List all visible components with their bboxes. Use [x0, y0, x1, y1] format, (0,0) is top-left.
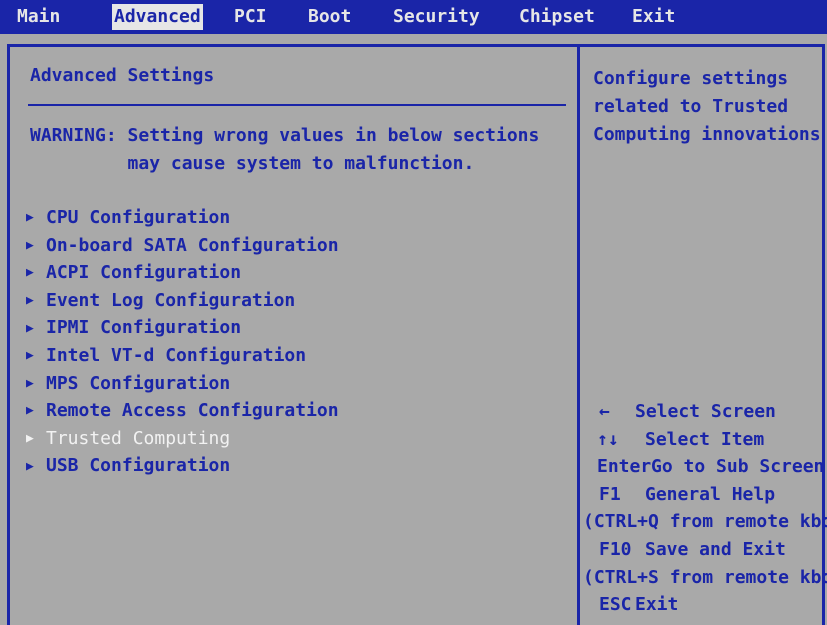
submenu-label: Intel VT-d Configuration — [46, 344, 307, 366]
enter-key: Enter — [597, 456, 652, 478]
f10-key: F10 — [599, 538, 632, 560]
right-triangle-icon: ▶ — [26, 265, 34, 281]
esc-key: ESC — [599, 594, 632, 616]
warning-line-1: WARNING: Setting wrong values in below s… — [30, 125, 540, 146]
submenu-usb-configuration[interactable]: ▶ USB Configuration — [26, 452, 339, 480]
key-hint-text: Select Screen — [635, 401, 776, 422]
tab-security[interactable]: Security — [391, 4, 482, 30]
page-title: Advanced Settings — [30, 65, 215, 86]
submenu-event-log-configuration[interactable]: ▶ Event Log Configuration — [26, 287, 339, 315]
right-triangle-icon: ▶ — [26, 403, 34, 419]
tab-advanced[interactable]: Advanced — [112, 4, 203, 30]
tab-main[interactable]: Main — [15, 4, 62, 30]
submenu-ipmi-configuration[interactable]: ▶ IPMI Configuration — [26, 314, 339, 342]
submenu-mps-configuration[interactable]: ▶ MPS Configuration — [26, 370, 339, 398]
tab-boot[interactable]: Boot — [306, 4, 353, 30]
key-hint-row: F10 Save and Exit — [583, 536, 827, 564]
key-hint-row: EnterGo to Sub Screen — [583, 453, 827, 481]
right-triangle-icon: ▶ — [26, 375, 34, 391]
right-triangle-icon: ▶ — [26, 320, 34, 336]
submenu-label: IPMI Configuration — [46, 317, 242, 339]
submenu-cpu-configuration[interactable]: ▶ CPU Configuration — [26, 204, 339, 232]
bios-menu-bar: Main Advanced PCI Boot Security Chipset … — [0, 0, 827, 34]
key-hint-row: (CTRL+S from remote kbd) — [583, 564, 827, 592]
key-hint-text: General Help — [645, 483, 776, 505]
submenu-trusted-computing[interactable]: ▶ Trusted Computing — [26, 425, 339, 453]
submenu-list: ▶ CPU Configuration ▶ On-board SATA Config… — [26, 204, 339, 480]
submenu-onboard-sata-configuration[interactable]: ▶ On-board SATA Configuration — [26, 232, 339, 260]
panel-divider — [577, 47, 580, 625]
up-down-arrow-key: ↑↓ — [597, 428, 619, 450]
submenu-label: On-board SATA Configuration — [46, 234, 339, 256]
right-triangle-icon: ▶ — [26, 237, 34, 253]
key-hint-text: Save and Exit — [645, 538, 786, 560]
submenu-label: Trusted Computing — [46, 427, 231, 449]
right-triangle-icon: ▶ — [26, 292, 34, 308]
submenu-label: Event Log Configuration — [46, 289, 296, 311]
key-hint-row: ↑↓ Select Item — [583, 426, 827, 454]
key-hint-row: (CTRL+Q from remote kbd) — [583, 508, 827, 536]
submenu-label: Remote Access Configuration — [46, 400, 339, 422]
right-triangle-icon: ▶ — [26, 210, 34, 226]
tab-pci[interactable]: PCI — [232, 4, 269, 30]
right-triangle-icon: ▶ — [26, 348, 34, 364]
submenu-acpi-configuration[interactable]: ▶ ACPI Configuration — [26, 259, 339, 287]
warning-text: WARNING: Setting wrong values in below s… — [30, 122, 539, 178]
right-triangle-icon: ▶ — [26, 458, 34, 474]
tab-chipset[interactable]: Chipset — [517, 4, 597, 30]
submenu-intel-vtd-configuration[interactable]: ▶ Intel VT-d Configuration — [26, 342, 339, 370]
title-underline — [28, 104, 566, 106]
help-text: Configure settings related to Trusted Co… — [593, 68, 821, 145]
key-hints: ← Select Screen ↑↓ Select Item EnterGo to … — [583, 398, 827, 619]
key-hint-text: Select Item — [645, 428, 765, 450]
left-arrow-key: ← — [599, 401, 610, 422]
main-panel: Advanced Settings WARNING: Setting wrong… — [7, 44, 827, 625]
key-hint-text: Exit — [635, 594, 679, 616]
submenu-label: ACPI Configuration — [46, 262, 242, 284]
warning-line-2: may cause system to malfunction. — [30, 153, 475, 174]
submenu-label: MPS Configuration — [46, 372, 231, 394]
submenu-label: USB Configuration — [46, 455, 231, 477]
tab-exit[interactable]: Exit — [630, 4, 677, 30]
key-hint-text: (CTRL+Q from remote kbd) — [583, 511, 827, 533]
submenu-label: CPU Configuration — [46, 207, 231, 228]
key-hint-text: (CTRL+S from remote kbd) — [583, 566, 827, 588]
key-hint-text: Go to Sub Screen — [651, 456, 825, 478]
f1-key: F1 — [599, 483, 621, 505]
submenu-remote-access-configuration[interactable]: ▶ Remote Access Configuration — [26, 397, 339, 425]
key-hint-row: F1 General Help — [583, 481, 827, 509]
key-hint-row: ← Select Screen — [583, 398, 827, 426]
key-hint-row: ESC Exit — [583, 591, 827, 619]
right-triangle-icon: ▶ — [26, 430, 34, 446]
